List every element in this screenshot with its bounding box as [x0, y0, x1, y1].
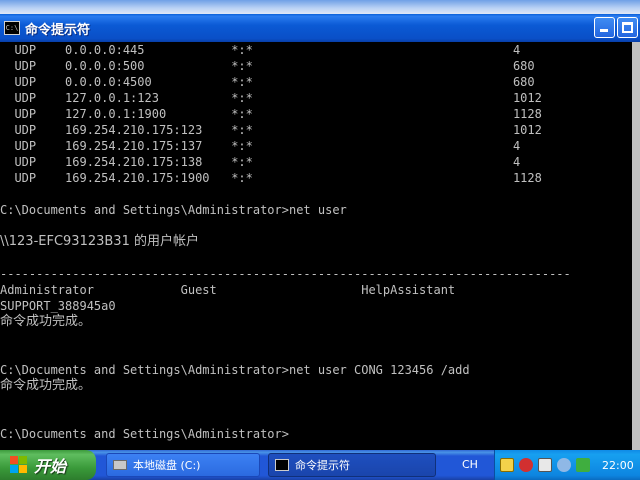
- safely-remove-icon[interactable]: [576, 458, 590, 472]
- cmd-window-icon[interactable]: C:\: [4, 21, 20, 35]
- console-prompt-line: C:\Documents and Settings\Administrator>…: [0, 363, 470, 377]
- maximize-button[interactable]: [617, 17, 638, 38]
- console-line: UDP 0.0.0.0:445 *:* 4: [0, 43, 521, 57]
- console-scrollbar[interactable]: [632, 42, 640, 450]
- console-line: UDP 169.254.210.175:137 *:* 4: [0, 139, 521, 153]
- console-line: 命令成功完成。: [0, 378, 92, 393]
- console-prompt-line: C:\Documents and Settings\Administrator>: [0, 427, 289, 441]
- console-line: \\123-EFC93123B31 的用户帐户: [0, 234, 199, 249]
- taskbar: 开始 本地磁盘 (C:) 命令提示符 CH 22:00: [0, 450, 640, 480]
- console-line: UDP 0.0.0.0:4500 *:* 680: [0, 75, 535, 89]
- security-shield-icon[interactable]: [519, 458, 533, 472]
- console-line: UDP 127.0.0.1:123 *:* 1012: [0, 91, 542, 105]
- console-line: Administrator Guest HelpAssistant: [0, 283, 456, 297]
- console-line: UDP 169.254.210.175:138 *:* 4: [0, 155, 521, 169]
- console-line: UDP 169.254.210.175:1900 *:* 1128: [0, 171, 542, 185]
- clock[interactable]: 22:00: [602, 459, 634, 472]
- drive-icon: [113, 460, 127, 470]
- taskbar-item-cmd[interactable]: 命令提示符: [268, 453, 436, 477]
- taskbar-item-label: 命令提示符: [295, 459, 350, 472]
- minimize-button[interactable]: [594, 17, 615, 38]
- console-line: UDP 127.0.0.1:1900 *:* 1128: [0, 107, 542, 121]
- language-indicator[interactable]: CH: [462, 458, 478, 471]
- console-line: 命令成功完成。: [0, 314, 92, 329]
- network-icon[interactable]: [557, 458, 571, 472]
- console-prompt-line: C:\Documents and Settings\Administrator>…: [0, 203, 347, 217]
- start-label: 开始: [34, 457, 67, 476]
- desktop-background: [0, 0, 640, 14]
- console-line: SUPPORT_388945a0: [0, 299, 116, 313]
- cmd-icon: [275, 459, 289, 471]
- console-output[interactable]: UDP 0.0.0.0:445 *:* 4 UDP 0.0.0.0:500 *:…: [0, 42, 632, 450]
- taskbar-item-local-disk[interactable]: 本地磁盘 (C:): [106, 453, 260, 477]
- windows-logo-icon: [10, 456, 28, 474]
- console-line: UDP 169.254.210.175:123 *:* 1012: [0, 123, 542, 137]
- warning-icon[interactable]: [500, 458, 514, 472]
- vm-icon[interactable]: [538, 458, 552, 472]
- window-title-bar[interactable]: C:\ 命令提示符: [0, 14, 640, 42]
- console-line: UDP 0.0.0.0:500 *:* 680: [0, 59, 535, 73]
- console-separator: ----------------------------------------…: [0, 267, 571, 281]
- taskbar-item-label: 本地磁盘 (C:): [133, 459, 201, 472]
- system-tray: 22:00: [494, 450, 640, 480]
- window-title: 命令提示符: [25, 22, 91, 38]
- start-button[interactable]: 开始: [0, 450, 96, 480]
